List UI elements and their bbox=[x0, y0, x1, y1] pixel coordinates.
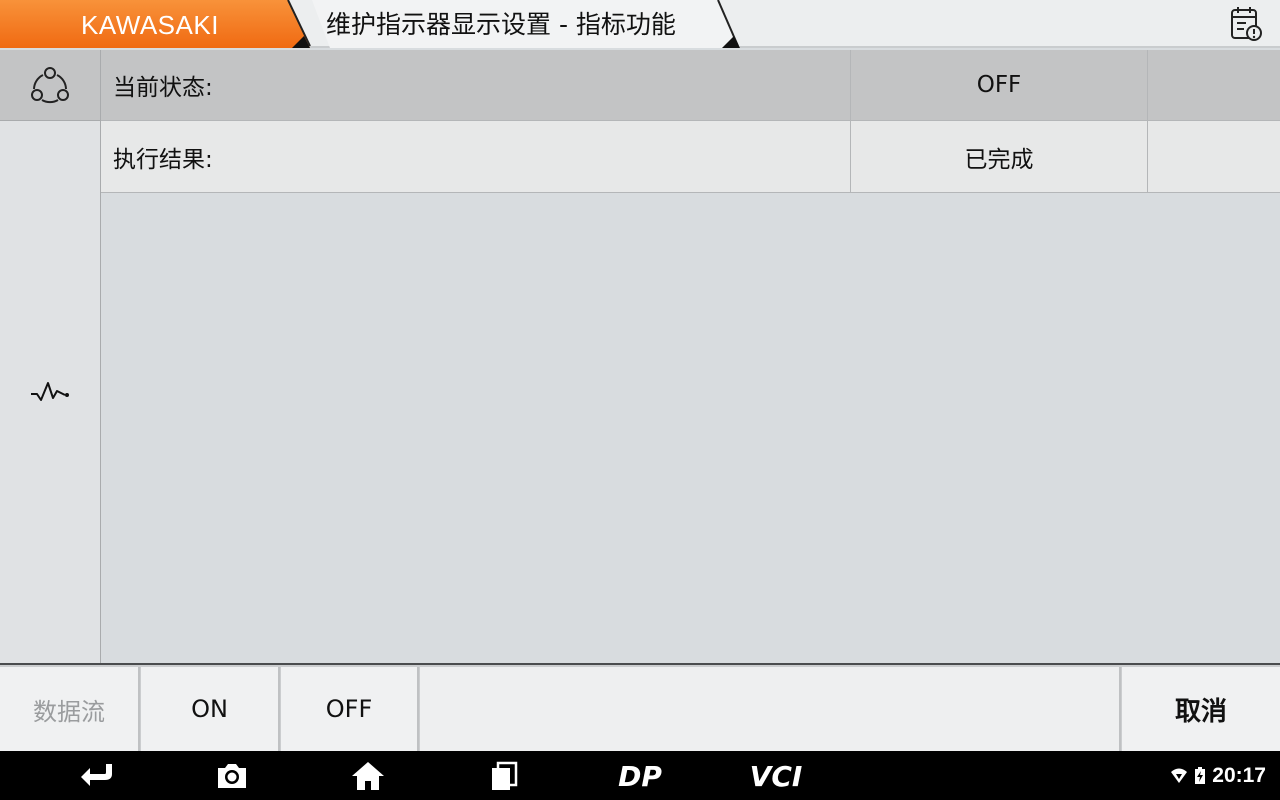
status-clock: 20:17 bbox=[1212, 763, 1266, 787]
back-button[interactable] bbox=[76, 757, 120, 795]
calendar-alert-icon bbox=[1231, 7, 1262, 41]
recent-apps-icon bbox=[492, 761, 518, 790]
status-area: 20:17 bbox=[1170, 751, 1266, 800]
content-area bbox=[101, 193, 1280, 663]
home-button[interactable] bbox=[348, 757, 388, 795]
waveform-icon bbox=[31, 382, 69, 401]
title-tab: 维护指示器显示设置 - 指标功能 bbox=[290, 0, 740, 48]
screenshot-camera-icon bbox=[218, 764, 246, 788]
report-button[interactable] bbox=[1224, 4, 1268, 44]
vci-label: VCI bbox=[750, 760, 803, 792]
data-stream-button[interactable]: 数据流 bbox=[0, 667, 140, 751]
system-navbar: DP VCI 20:17 bbox=[0, 751, 1280, 800]
vci-button[interactable]: VCI bbox=[740, 757, 812, 795]
brand-label: KAWASAKI bbox=[81, 10, 219, 40]
home-icon bbox=[352, 762, 384, 790]
dp-icon: DP bbox=[618, 760, 662, 792]
data-table: 当前状态: OFF 执行结果: 已完成 bbox=[101, 50, 1280, 193]
table-row[interactable]: 执行结果: 已完成 bbox=[101, 121, 1280, 193]
dp-label: DP bbox=[618, 760, 662, 792]
recent-apps-button[interactable] bbox=[486, 757, 522, 795]
screenshot-button[interactable] bbox=[212, 757, 252, 795]
action-bar: 数据流 ON OFF 取消 bbox=[0, 663, 1280, 751]
off-button[interactable]: OFF bbox=[281, 667, 419, 751]
dp-button[interactable]: DP bbox=[606, 757, 674, 795]
rail-connection-button[interactable] bbox=[0, 50, 101, 121]
on-button[interactable]: ON bbox=[141, 667, 280, 751]
table-row[interactable]: 当前状态: OFF bbox=[101, 50, 1280, 121]
page-title: 维护指示器显示设置 - 指标功能 bbox=[326, 10, 676, 39]
back-icon bbox=[81, 764, 112, 786]
connection-triangle-icon bbox=[31, 67, 69, 104]
brand-tab[interactable]: KAWASAKI bbox=[0, 0, 312, 48]
top-header: KAWASAKI 维护指示器显示设置 - 指标功能 bbox=[0, 0, 1280, 48]
wifi-icon bbox=[1171, 768, 1188, 783]
battery-charging-icon bbox=[1195, 766, 1206, 784]
action-bar-spacer bbox=[420, 667, 1121, 751]
row-name: 当前状态: bbox=[113, 75, 213, 101]
vci-icon: VCI bbox=[750, 760, 803, 792]
cancel-button[interactable]: 取消 bbox=[1122, 667, 1280, 751]
row-name: 执行结果: bbox=[113, 146, 213, 173]
row-value: OFF bbox=[850, 50, 1147, 120]
rail-graph-button[interactable] bbox=[0, 121, 101, 663]
row-unit bbox=[1147, 50, 1280, 120]
row-value: 已完成 bbox=[850, 121, 1147, 192]
row-unit bbox=[1147, 121, 1280, 192]
